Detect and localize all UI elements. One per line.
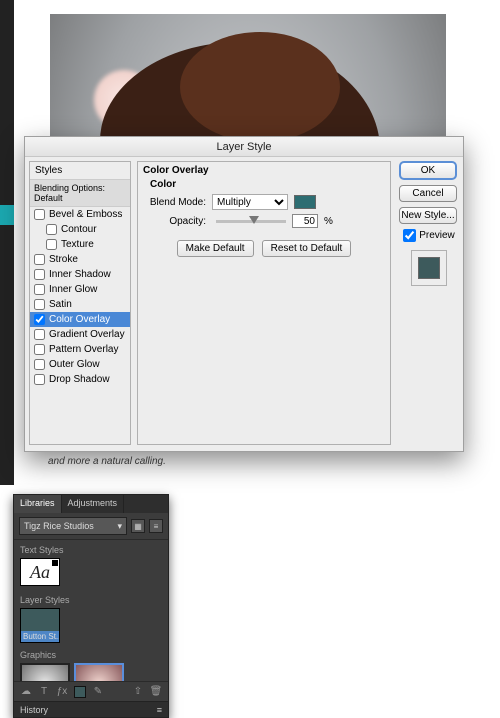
effect-stroke[interactable]: Stroke xyxy=(30,252,130,267)
make-default-button[interactable]: Make Default xyxy=(177,240,254,257)
type-icon[interactable]: T xyxy=(38,686,50,698)
styles-list-panel: Styles Blending Options: Default Bevel &… xyxy=(29,161,131,445)
new-style-button[interactable]: New Style... xyxy=(399,207,457,224)
checkbox[interactable] xyxy=(34,299,45,310)
checkbox[interactable] xyxy=(34,329,45,340)
dialog-title: Layer Style xyxy=(25,137,463,157)
slider-handle[interactable] xyxy=(249,216,259,224)
checkbox[interactable] xyxy=(46,224,57,235)
effect-contour[interactable]: Contour xyxy=(30,222,130,237)
styles-header[interactable]: Styles xyxy=(30,162,130,180)
cloud-icon[interactable]: ☁ xyxy=(20,686,32,698)
preview-swatch xyxy=(418,257,440,279)
checkbox[interactable] xyxy=(34,209,45,220)
opacity-label: Opacity: xyxy=(148,216,206,227)
checkbox[interactable] xyxy=(46,239,57,250)
chevron-down-icon: ▾ xyxy=(117,521,122,532)
cancel-button[interactable]: Cancel xyxy=(399,185,457,202)
effect-inner-shadow[interactable]: Inner Shadow xyxy=(30,267,130,282)
checkbox[interactable] xyxy=(34,344,45,355)
layer-style-thumb[interactable]: Button St... xyxy=(20,608,60,643)
dialog-right-buttons: OK Cancel New Style... Preview xyxy=(399,161,459,286)
checkbox[interactable] xyxy=(34,314,45,325)
overlay-color-swatch[interactable] xyxy=(294,195,316,209)
photo-caption: and more a natural calling. xyxy=(48,456,166,467)
section-layer-styles: Layer Styles xyxy=(14,590,168,608)
panel-footer-icons: ☁ T ƒx ✎ ⇧ 🗑 xyxy=(14,681,168,701)
swatch-icon[interactable] xyxy=(74,686,86,698)
checkbox[interactable] xyxy=(34,254,45,265)
effect-outer-glow[interactable]: Outer Glow xyxy=(30,357,130,372)
effect-inner-glow[interactable]: Inner Glow xyxy=(30,282,130,297)
opacity-input[interactable] xyxy=(292,214,318,228)
tab-adjustments[interactable]: Adjustments xyxy=(62,495,125,513)
layer-style-name: Button St... xyxy=(21,631,59,642)
library-name: Tigz Rice Studios xyxy=(24,521,94,531)
effect-gradient-overlay[interactable]: Gradient Overlay xyxy=(30,327,130,342)
app-left-strip xyxy=(0,0,14,485)
effect-bevel-emboss[interactable]: Bevel & Emboss xyxy=(30,207,130,222)
preview-checkbox[interactable] xyxy=(403,229,416,242)
blending-options-row[interactable]: Blending Options: Default xyxy=(30,180,130,207)
settings-title: Color Overlay xyxy=(138,162,390,179)
library-selector[interactable]: Tigz Rice Studios ▾ xyxy=(19,517,127,535)
highlight-marker xyxy=(0,205,14,225)
blend-mode-select[interactable]: Multiply xyxy=(212,194,288,210)
preview-label: Preview xyxy=(419,230,455,241)
layer-style-dialog: Layer Style Styles Blending Options: Def… xyxy=(24,136,464,452)
view-list-icon[interactable]: ≡ xyxy=(149,519,163,533)
settings-section: Color xyxy=(138,179,390,192)
fx-icon[interactable]: ƒx xyxy=(56,686,68,698)
section-graphics: Graphics xyxy=(14,645,168,663)
effect-pattern-overlay[interactable]: Pattern Overlay xyxy=(30,342,130,357)
checkbox[interactable] xyxy=(34,359,45,370)
effect-satin[interactable]: Satin xyxy=(30,297,130,312)
view-grid-icon[interactable]: ▦ xyxy=(131,519,145,533)
tab-libraries[interactable]: Libraries xyxy=(14,495,62,513)
brush-icon[interactable]: ✎ xyxy=(92,686,104,698)
text-style-thumb[interactable]: Aa xyxy=(20,558,60,586)
history-panel-header[interactable]: History ≡ xyxy=(14,701,168,717)
opacity-slider[interactable] xyxy=(216,220,286,223)
checkbox[interactable] xyxy=(34,284,45,295)
trash-icon[interactable]: 🗑 xyxy=(150,686,162,698)
effect-drop-shadow[interactable]: Drop Shadow xyxy=(30,372,130,387)
preview-swatch-frame xyxy=(411,250,447,286)
history-label: History xyxy=(20,705,48,715)
ok-button[interactable]: OK xyxy=(399,161,457,180)
effect-settings-panel: Color Overlay Color Blend Mode: Multiply… xyxy=(137,161,391,445)
section-text-styles: Text Styles xyxy=(14,540,168,558)
effect-color-overlay[interactable]: Color Overlay xyxy=(30,312,130,327)
panel-tabs: Libraries Adjustments xyxy=(14,495,168,513)
reset-default-button[interactable]: Reset to Default xyxy=(262,240,352,257)
effect-texture[interactable]: Texture xyxy=(30,237,130,252)
checkbox[interactable] xyxy=(34,374,45,385)
opacity-unit: % xyxy=(324,216,333,227)
blend-mode-label: Blend Mode: xyxy=(148,197,206,208)
libraries-panel: Libraries Adjustments Tigz Rice Studios ▾… xyxy=(13,494,169,718)
upload-icon[interactable]: ⇧ xyxy=(132,686,144,698)
panel-menu-icon[interactable]: ≡ xyxy=(157,705,162,715)
checkbox[interactable] xyxy=(34,269,45,280)
